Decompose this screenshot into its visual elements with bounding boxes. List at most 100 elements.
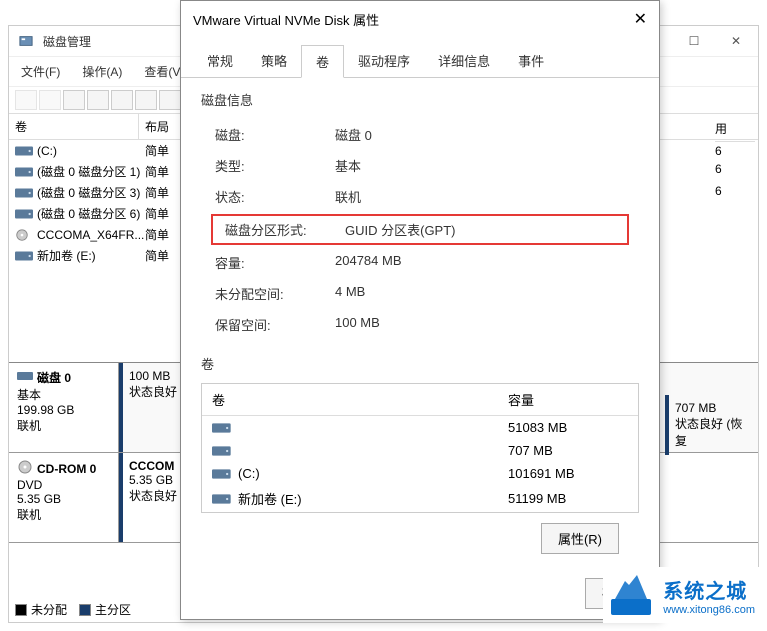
legend-swatch-primary [79,604,91,616]
vol-col-capacity[interactable]: 容量 [508,390,628,409]
disk-mgmt-icon [19,34,35,48]
watermark: 系统之城 www.xitong86.com [603,567,759,623]
value: 4 MB [335,284,365,303]
disk-size: 199.98 GB [17,403,110,417]
label: 磁盘分区形式: [225,220,345,239]
tab-policies[interactable]: 策略 [247,45,301,77]
legend-swatch-unalloc [15,604,27,616]
label: 保留空间: [215,315,335,334]
col-volume[interactable]: 卷 [9,114,139,139]
list-item[interactable]: 707 MB [202,439,638,462]
drive-icon [212,467,232,481]
watermark-url: www.xitong86.com [663,604,755,616]
toolbar-refresh[interactable] [63,90,85,110]
value: 联机 [335,187,361,206]
info-row-disk: 磁盘: 磁盘 0 [201,119,639,150]
vol-name: CCCOMA_X64FR... [37,228,145,242]
drive-icon [15,207,33,221]
vol-name: (C:) [37,144,145,158]
drive-icon [15,186,33,200]
dm-title: 磁盘管理 [43,33,91,50]
drive-icon [212,492,232,506]
label: 未分配空间: [215,284,335,303]
maximize-button[interactable]: ☐ [682,32,706,50]
list-item[interactable]: (C:) 101691 MB [202,462,638,485]
disk-size: 5.35 GB [17,492,110,506]
value: 100 MB [335,315,380,334]
toolbar-btn5[interactable] [111,90,133,110]
drive-icon [15,144,33,158]
properties-button[interactable]: 属性(R) [541,523,619,554]
toolbar-btn4[interactable] [87,90,109,110]
toolbar-btn7[interactable] [159,90,181,110]
vol-name: (磁盘 0 磁盘分区 1) [37,163,145,180]
legend-primary: 主分区 [95,601,131,618]
volumes-section: 卷 卷 容量 51083 MB 707 MB (C [201,354,639,564]
list-item[interactable]: 新加卷 (E:) 51199 MB [202,485,638,512]
toolbar-btn6[interactable] [135,90,157,110]
value: 磁盘 0 [335,125,372,144]
watermark-text: 系统之城 [663,575,755,604]
disk-label-pane: CD-ROM 0 DVD 5.35 GB 联机 [9,453,119,542]
info-row-reserved: 保留空间: 100 MB [201,309,639,340]
info-row-type: 类型: 基本 [201,150,639,181]
vol-name: (磁盘 0 磁盘分区 3) [37,184,145,201]
info-row-partstyle-highlighted: 磁盘分区形式: GUID 分区表(GPT) [211,214,629,245]
disk-label: 磁盘 0 [37,369,71,386]
close-button[interactable]: ✕ [724,32,748,50]
vol-cap: 51199 MB [508,491,628,506]
menu-file[interactable]: 文件(F) [17,61,64,82]
tab-events[interactable]: 事件 [504,45,558,77]
info-row-status: 状态: 联机 [201,181,639,212]
vol-cap: 707 MB [508,443,628,458]
disk-type: DVD [17,478,110,492]
disk-status: 联机 [17,506,110,523]
section-diskinfo: 磁盘信息 [201,90,639,109]
tab-strip: 常规 策略 卷 驱动程序 详细信息 事件 [181,45,659,78]
right-partition-fragment[interactable]: 707 MB 状态良好 (恢复 [665,395,755,455]
dialog-title: VMware Virtual NVMe Disk 属性 [193,10,379,29]
legend-unalloc: 未分配 [31,601,67,618]
vol-list-header: 卷 容量 [202,384,638,416]
vol-cap: 51083 MB [508,420,628,435]
cd-icon [17,459,33,478]
disk-label: CD-ROM 0 [37,462,96,476]
vol-cap: 101691 MB [508,466,628,481]
disk-status: 联机 [17,417,110,434]
vol-name: (C:) [238,466,508,481]
tab-driver[interactable]: 驱动程序 [344,45,424,77]
value: GUID 分区表(GPT) [345,220,456,239]
part-name: CCCOM [129,459,174,473]
label: 类型: [215,156,335,175]
toolbar-fwd[interactable] [39,90,61,110]
tab-general[interactable]: 常规 [193,45,247,77]
toolbar-back[interactable] [15,90,37,110]
part-size: 707 MB [675,401,749,415]
vol-name: 新加卷 (E:) [238,489,508,508]
cd-icon [15,228,33,242]
tab-volumes[interactable]: 卷 [301,45,344,78]
info-row-capacity: 容量: 204784 MB [201,247,639,278]
close-button[interactable]: ✕ [634,9,647,29]
rfrag-header: 用 [715,116,755,142]
dialog-titlebar: VMware Virtual NVMe Disk 属性 ✕ [181,1,659,37]
vol-col-name[interactable]: 卷 [212,390,508,409]
vol-name: 新加卷 (E:) [37,247,145,264]
disk-type: 基本 [17,386,110,403]
vol-name: (磁盘 0 磁盘分区 6) [37,205,145,222]
value: 基本 [335,156,361,175]
drive-icon [212,421,232,435]
label: 状态: [215,187,335,206]
label: 容量: [215,253,335,272]
volumes-listbox[interactable]: 卷 容量 51083 MB 707 MB (C:) 101691 MB [201,383,639,513]
right-column-fragment: 用 6 6 6 [715,116,755,200]
menu-action[interactable]: 操作(A) [78,61,126,82]
legend: 未分配 主分区 [15,601,131,618]
drive-icon [212,444,232,458]
info-row-unalloc: 未分配空间: 4 MB [201,278,639,309]
disk-icon [17,369,33,386]
drive-icon [15,249,33,263]
list-item[interactable]: 51083 MB [202,416,638,439]
tab-details[interactable]: 详细信息 [424,45,504,77]
properties-actions: 属性(R) [201,513,639,564]
